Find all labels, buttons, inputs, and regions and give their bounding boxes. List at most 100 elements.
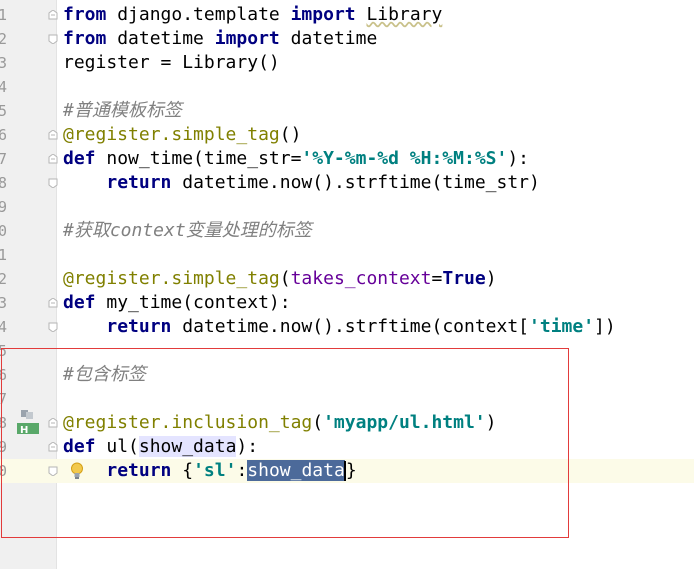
code-line[interactable]: 9 def ul(show_data):	[0, 435, 694, 459]
code-token: now_time(time_str=	[95, 148, 302, 169]
line-number[interactable]: 8	[0, 173, 12, 193]
code-line[interactable]: 2 @register.simple_tag(takes_context=True…	[0, 267, 694, 291]
fold-marker-icon[interactable]	[48, 466, 58, 476]
line-number[interactable]: 7	[0, 149, 12, 169]
line-number[interactable]: 2	[0, 29, 12, 49]
code-token: django.template	[106, 4, 291, 25]
code-token: return	[106, 460, 172, 481]
fold-marker-icon[interactable]	[48, 154, 58, 164]
fold-marker-icon[interactable]	[48, 130, 58, 140]
code-text[interactable]: return datetime.now().strftime(time_str)	[63, 171, 540, 195]
code-text[interactable]: #普通模板标签	[63, 99, 182, 123]
code-line[interactable]: 3 register = Library()	[0, 51, 694, 75]
code-line[interactable]: 8 @register.inclusion_tag('myapp/ul.html'…	[0, 411, 694, 435]
code-token: :	[236, 460, 248, 481]
code-token: )	[485, 412, 497, 433]
code-token: Library	[366, 4, 443, 25]
code-text[interactable]: return datetime.now().strftime(context['…	[63, 315, 615, 339]
code-line[interactable]: 4	[0, 75, 694, 99]
code-text[interactable]: from django.template import Library	[63, 3, 442, 27]
code-text[interactable]: def ul(show_data):	[63, 435, 258, 459]
code-token: 'sl'	[193, 460, 237, 481]
code-token: #普通模板标签	[63, 100, 182, 121]
code-token: def	[63, 436, 96, 457]
code-token: return	[106, 316, 172, 337]
code-line[interactable]: 6 #包含标签	[0, 363, 694, 387]
fold-marker-icon[interactable]	[48, 298, 58, 308]
code-token: show_data	[247, 460, 345, 481]
line-number[interactable]: 3	[0, 53, 12, 73]
line-number[interactable]: 6	[0, 125, 12, 145]
code-line[interactable]: 7 def now_time(time_str='%Y-%m-%d %H:%M:%…	[0, 147, 694, 171]
implemented-method-icon[interactable]: H	[16, 409, 40, 436]
line-number[interactable]: 8	[0, 413, 12, 433]
line-number[interactable]: 0	[0, 461, 12, 481]
code-token: datetime.now().strftime(time_str)	[171, 172, 540, 193]
code-token: datetime	[279, 28, 378, 49]
code-text[interactable]: def my_time(context):	[63, 291, 291, 315]
fold-marker-icon[interactable]	[48, 322, 58, 332]
line-number[interactable]: 5	[0, 101, 12, 121]
code-text[interactable]: #获取context变量处理的标签	[63, 219, 312, 243]
code-line[interactable]: 6 @register.simple_tag()	[0, 123, 694, 147]
line-number[interactable]: 7	[0, 389, 12, 409]
line-number[interactable]: 9	[0, 437, 12, 457]
code-text[interactable]: register = Library()	[63, 51, 280, 75]
code-text[interactable]: @register.simple_tag()	[63, 123, 301, 147]
code-line[interactable]: 7	[0, 387, 694, 411]
line-number[interactable]: 2	[0, 269, 12, 289]
fold-marker-icon[interactable]	[48, 178, 58, 188]
line-number[interactable]: 6	[0, 365, 12, 385]
line-number[interactable]: 1	[0, 245, 12, 265]
fold-marker-icon[interactable]	[48, 442, 58, 452]
code-token: ):	[236, 436, 259, 457]
code-token: def	[63, 148, 96, 169]
code-text[interactable]: def now_time(time_str='%Y-%m-%d %H:%M:%S…	[63, 147, 529, 171]
code-token: (	[279, 268, 291, 289]
code-token: register = Library()	[63, 52, 280, 73]
line-number[interactable]: 9	[0, 197, 12, 217]
code-token: )	[485, 268, 497, 289]
line-number[interactable]: 4	[0, 317, 12, 337]
code-token: show_data	[138, 436, 237, 457]
code-token: from	[63, 28, 107, 49]
line-number[interactable]: 0	[0, 221, 12, 241]
code-token: from	[63, 4, 107, 25]
line-number[interactable]: 3	[0, 293, 12, 313]
code-token: =	[431, 268, 443, 289]
code-line[interactable]: 8 return datetime.now().strftime(time_st…	[0, 171, 694, 195]
code-token: (	[312, 412, 324, 433]
code-text[interactable]: @register.simple_tag(takes_context=True)	[63, 267, 497, 291]
fold-marker-icon[interactable]	[48, 10, 58, 20]
code-line[interactable]: 4 return datetime.now().strftime(context…	[0, 315, 694, 339]
code-text[interactable]: @register.inclusion_tag('myapp/ul.html')	[63, 411, 497, 435]
code-line[interactable]: 3 def my_time(context):	[0, 291, 694, 315]
code-text[interactable]: return {'sl':show_data}	[63, 459, 357, 483]
code-line[interactable]: 2 from datetime import datetime	[0, 27, 694, 51]
code-text[interactable]: from datetime import datetime	[63, 27, 377, 51]
code-line[interactable]: 9	[0, 195, 694, 219]
line-number[interactable]: 4	[0, 77, 12, 97]
fold-marker-icon[interactable]	[48, 34, 58, 44]
code-line[interactable]: 5 #普通模板标签	[0, 99, 694, 123]
code-token: import	[214, 28, 280, 49]
line-number[interactable]: 1	[0, 5, 12, 25]
code-token: '%Y-%m-%d %H:%M:%S'	[301, 148, 508, 169]
code-line[interactable]: 0 return {'sl':show_data}	[0, 459, 694, 483]
fold-marker-icon[interactable]	[48, 418, 58, 428]
code-line[interactable]: 1	[0, 243, 694, 267]
code-token: @register.simple_tag	[63, 124, 280, 145]
code-token: datetime.now().strftime(context[	[171, 316, 530, 337]
line-number[interactable]: 5	[0, 341, 12, 361]
code-token: {	[171, 460, 194, 481]
code-text[interactable]: #包含标签	[63, 363, 146, 387]
code-token: my_time(context):	[95, 292, 291, 313]
code-token: }	[345, 460, 357, 481]
code-line[interactable]: 0 #获取context变量处理的标签	[0, 219, 694, 243]
code-line[interactable]: 1 from django.template import Library	[0, 3, 694, 27]
code-line[interactable]: 5	[0, 339, 694, 363]
